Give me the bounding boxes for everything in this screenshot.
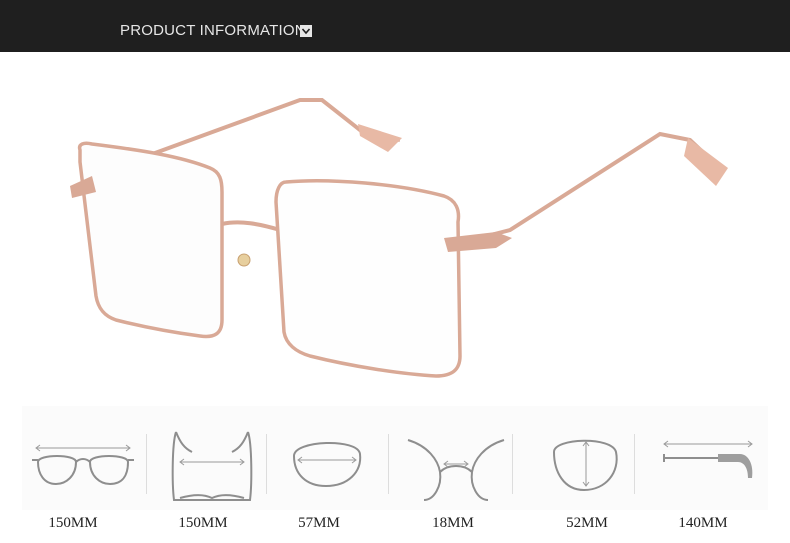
header-bar: PRODUCT INFORMATION bbox=[0, 0, 790, 52]
divider bbox=[634, 434, 635, 494]
front-width-icon bbox=[154, 414, 272, 504]
lens-height-icon bbox=[522, 414, 640, 504]
lens-height-label: 52MM bbox=[566, 515, 608, 531]
bridge-width-label: 18MM bbox=[432, 515, 474, 531]
glasses-product-image bbox=[0, 52, 790, 402]
total-width-icon bbox=[26, 414, 144, 504]
lens-width-icon bbox=[278, 414, 396, 504]
section-title: PRODUCT INFORMATION bbox=[120, 22, 306, 39]
temple-length-label: 140MM bbox=[678, 515, 728, 531]
front-width-label: 150MM bbox=[178, 515, 228, 531]
divider bbox=[146, 434, 147, 494]
lens-width-label: 57MM bbox=[298, 515, 340, 531]
measurement-strip bbox=[22, 406, 768, 510]
chevron-down-icon[interactable] bbox=[300, 25, 312, 37]
divider bbox=[388, 434, 389, 494]
bridge-width-icon bbox=[398, 414, 516, 504]
divider bbox=[266, 434, 267, 494]
divider bbox=[512, 434, 513, 494]
total-width-label: 150MM bbox=[48, 515, 98, 531]
temple-length-icon bbox=[648, 414, 766, 504]
